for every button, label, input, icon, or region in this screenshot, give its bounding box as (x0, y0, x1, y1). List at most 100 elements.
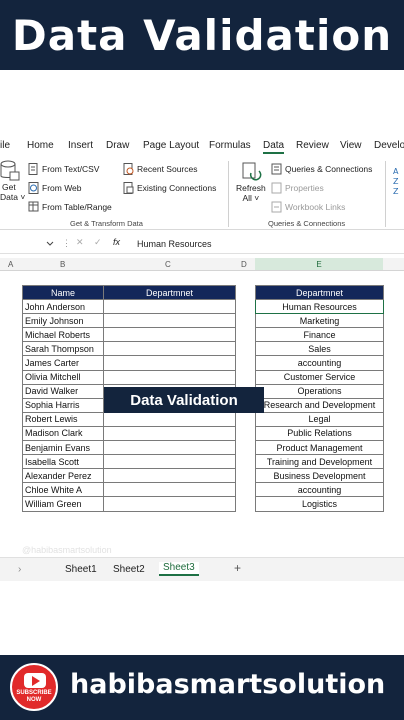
enter-icon[interactable]: ✓ (94, 237, 102, 248)
name-box-dropdown-icon[interactable] (46, 240, 54, 248)
column-header-a[interactable]: A (8, 260, 13, 269)
properties-button[interactable]: Properties (271, 182, 324, 194)
tab-data[interactable]: Data (263, 140, 285, 154)
department-cell[interactable] (103, 355, 236, 371)
department-cell[interactable] (103, 369, 236, 385)
table-cell[interactable]: Chloe White A (22, 482, 104, 498)
department-cell[interactable] (103, 313, 236, 329)
table-cell[interactable]: Product Management (255, 440, 384, 456)
tab-file[interactable]: ile (0, 140, 10, 151)
table-cell[interactable]: Sophia Harris (22, 397, 104, 413)
queries-connections-button[interactable]: Queries & Connections (271, 163, 372, 175)
table-cell[interactable]: Logistics (255, 496, 384, 512)
table-cell[interactable]: Robert Lewis (22, 411, 104, 427)
recent-sources-button[interactable]: Recent Sources (123, 163, 197, 175)
table-cell[interactable]: accounting (255, 355, 384, 371)
more-options-icon[interactable]: ⋮ (62, 238, 71, 249)
table-cell[interactable]: Michael Roberts (22, 327, 104, 343)
table-cell[interactable]: Customer Service (255, 369, 384, 385)
channel-name: habibasmartsolution (70, 669, 386, 700)
tab-insert[interactable]: Insert (68, 140, 93, 151)
table-cell[interactable]: John Anderson (22, 299, 104, 315)
department-cell[interactable] (103, 299, 236, 315)
table-cell[interactable]: Legal (255, 411, 384, 427)
youtube-play-icon (24, 673, 46, 688)
workbook-links-label: Workbook Links (285, 202, 346, 212)
department-cell[interactable] (103, 482, 236, 498)
cancel-icon[interactable]: ✕ (76, 237, 84, 248)
sheet-tab-3[interactable]: Sheet3 (159, 562, 199, 576)
sort-button[interactable]: AZZ (392, 165, 402, 195)
department-cell[interactable] (103, 454, 236, 470)
from-table-range-button[interactable]: From Table/Range (28, 201, 112, 213)
text-file-icon (28, 163, 38, 175)
group-get-transform-label: Get & Transform Data (70, 219, 143, 228)
table-cell[interactable]: David Walker (22, 383, 104, 399)
table-cell[interactable]: Finance (255, 327, 384, 343)
table-cell[interactable]: Marketing (255, 313, 384, 329)
queries-icon (271, 163, 282, 175)
sheet-tab-2[interactable]: Sheet2 (113, 564, 145, 575)
table-cell[interactable]: Emily Johnson (22, 313, 104, 329)
add-sheet-button[interactable]: + (234, 561, 241, 575)
tab-home[interactable]: Home (27, 140, 54, 151)
table-cell[interactable]: Sales (255, 341, 384, 357)
formula-bar: ⋮ ✕ ✓ fx Human Resources (0, 234, 404, 254)
column-header-b[interactable]: B (60, 260, 65, 269)
column-header-d[interactable]: D (241, 260, 247, 269)
department-cell[interactable] (103, 496, 236, 512)
department-cell[interactable] (103, 327, 236, 343)
table-cell[interactable]: Research and Development (255, 397, 384, 413)
department-cell[interactable] (103, 440, 236, 456)
from-text-csv-button[interactable]: From Text/CSV (28, 163, 99, 175)
table-cell[interactable]: Training and Development (255, 454, 384, 470)
table-cell[interactable]: Operations (255, 383, 384, 399)
properties-icon (271, 182, 282, 194)
from-web-button[interactable]: From Web (28, 182, 82, 194)
table-cell[interactable]: accounting (255, 482, 384, 498)
existing-connections-button[interactable]: Existing Connections (123, 182, 216, 194)
get-data-button[interactable]: Get Data ˅ (0, 160, 25, 202)
tab-formulas[interactable]: Formulas (209, 140, 251, 151)
table-cell[interactable]: Sarah Thompson (22, 341, 104, 357)
tab-page-layout[interactable]: Page Layout (143, 140, 199, 151)
sheet-tab-1[interactable]: Sheet1 (65, 564, 97, 575)
get-data-sublabel: Data ˅ (0, 192, 26, 202)
department-cell[interactable] (103, 411, 236, 427)
ribbon-separator-2 (385, 161, 386, 227)
tab-view[interactable]: View (340, 140, 362, 151)
table-cell[interactable]: Alexander Perez (22, 468, 104, 484)
department-cell[interactable] (103, 425, 236, 442)
subscribe-badge-icon[interactable]: SUBSCRIBE NOW (10, 663, 58, 711)
table-cell[interactable]: Madison Clark (22, 425, 104, 442)
insert-function-icon[interactable]: fx (113, 237, 120, 247)
database-icon (0, 160, 20, 181)
tab-draw[interactable]: Draw (106, 140, 129, 151)
table-cell-selected[interactable]: Human Resources (255, 299, 384, 315)
tab-developer[interactable]: Develo (374, 140, 404, 151)
table-cell[interactable]: William Green (22, 496, 104, 512)
department-cell[interactable] (103, 468, 236, 484)
name-header[interactable]: Name (22, 284, 104, 301)
chevron-right-icon[interactable]: › (18, 564, 21, 575)
refresh-all-button[interactable]: Refresh All ˅ (236, 161, 266, 203)
column-header-e[interactable]: E (255, 258, 383, 270)
department-list-header[interactable]: Departmnet (255, 284, 384, 301)
column-headers: A B C D E (0, 258, 404, 271)
top-banner: Data Validation (0, 0, 404, 70)
department-header[interactable]: Departmnet (103, 284, 236, 301)
table-cell[interactable]: Olivia Mitchell (22, 369, 104, 385)
table-cell[interactable]: Business Development (255, 468, 384, 484)
formula-input[interactable]: Human Resources (137, 239, 212, 249)
refresh-icon (242, 162, 262, 181)
tab-review[interactable]: Review (296, 140, 329, 151)
column-header-c[interactable]: C (165, 260, 171, 269)
department-cell[interactable] (103, 341, 236, 357)
data-validation-caption: Data Validation (104, 387, 264, 413)
workbook-links-button[interactable]: Workbook Links (271, 201, 345, 213)
svg-text:Z: Z (393, 177, 399, 186)
table-cell[interactable]: James Carter (22, 355, 104, 371)
table-cell[interactable]: Benjamin Evans (22, 440, 104, 456)
table-cell[interactable]: Public Relations (255, 425, 384, 442)
table-cell[interactable]: Isabella Scott (22, 454, 104, 470)
